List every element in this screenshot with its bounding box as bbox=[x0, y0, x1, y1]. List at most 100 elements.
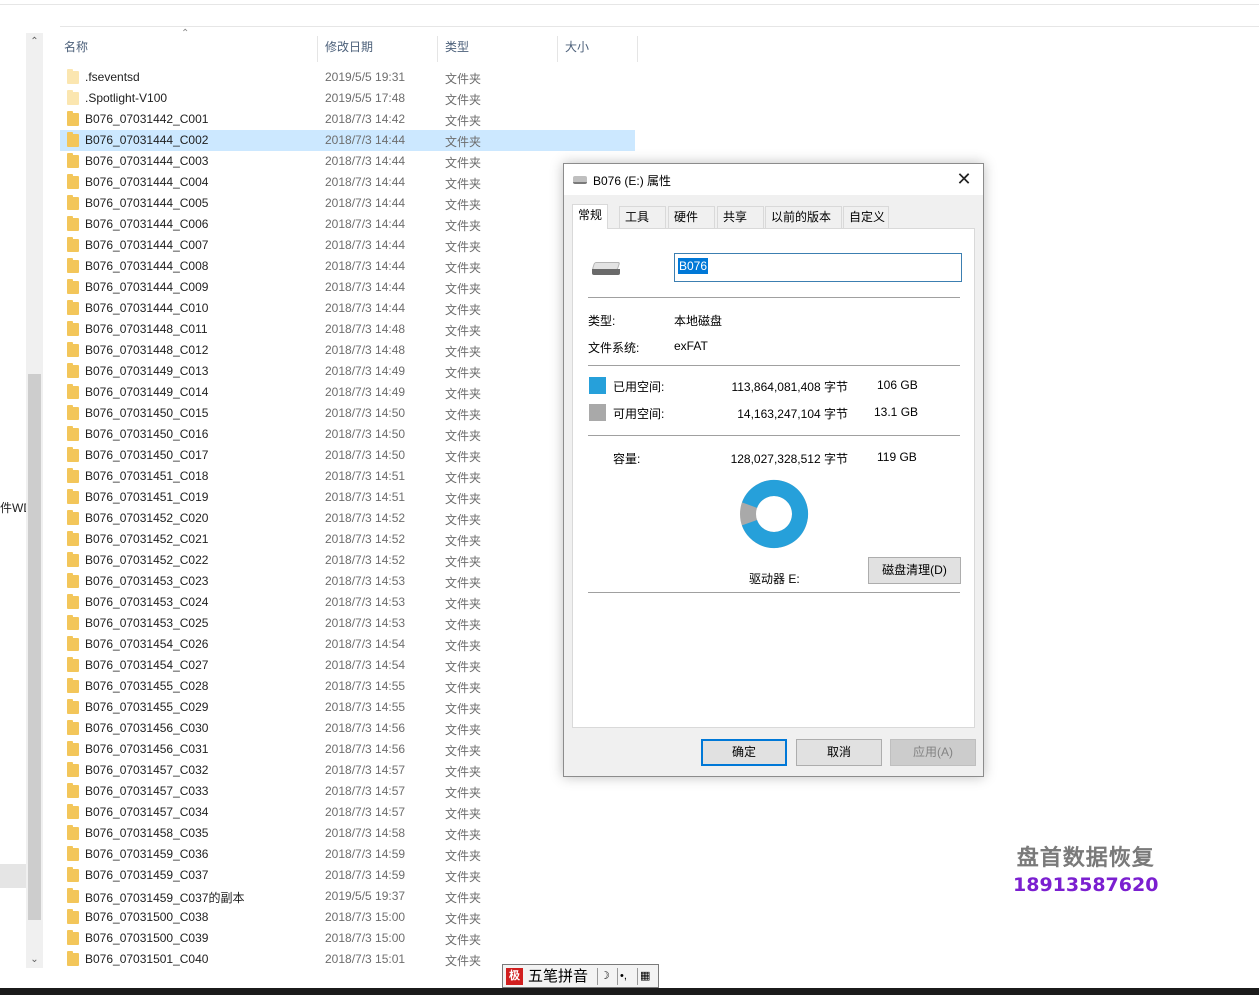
volume-name-input[interactable]: B076 bbox=[674, 253, 962, 282]
file-name: B076_07031454_C027 bbox=[85, 658, 209, 672]
file-date: 2018/7/3 14:53 bbox=[325, 595, 406, 609]
file-row[interactable]: B076_07031444_C002 2018/7/3 14:44 文件夹 bbox=[60, 130, 635, 151]
column-header-size[interactable]: 大小 bbox=[561, 36, 638, 62]
column-header-type[interactable]: 类型 bbox=[441, 36, 558, 62]
file-row[interactable]: B076_07031454_C026 2018/7/3 14:54 文件夹 bbox=[60, 634, 635, 655]
file-row[interactable]: B076_07031442_C001 2018/7/3 14:42 文件夹 bbox=[60, 109, 635, 130]
file-row[interactable]: B076_07031444_C009 2018/7/3 14:44 文件夹 bbox=[60, 277, 635, 298]
file-row[interactable]: B076_07031453_C024 2018/7/3 14:53 文件夹 bbox=[60, 592, 635, 613]
file-type: 文件夹 bbox=[445, 891, 482, 905]
dialog-title: B076 (E:) 属性 bbox=[593, 174, 672, 188]
ime-mode[interactable]: 五笔拼音 bbox=[528, 968, 588, 985]
file-type: 文件夹 bbox=[445, 135, 482, 149]
ok-button[interactable]: 确定 bbox=[701, 739, 787, 766]
file-date: 2018/7/3 14:44 bbox=[325, 175, 406, 189]
column-header-date[interactable]: 修改日期 bbox=[321, 36, 438, 62]
file-row[interactable]: .Spotlight-V100 2019/5/5 17:48 文件夹 bbox=[60, 88, 635, 109]
tab-previous-versions[interactable]: 以前的版本 bbox=[765, 206, 842, 228]
file-row[interactable]: B076_07031449_C014 2018/7/3 14:49 文件夹 bbox=[60, 382, 635, 403]
scroll-up-icon[interactable]: ⌃ bbox=[26, 33, 43, 50]
file-row[interactable]: B076_07031452_C022 2018/7/3 14:52 文件夹 bbox=[60, 550, 635, 571]
file-row[interactable]: B076_07031449_C013 2018/7/3 14:49 文件夹 bbox=[60, 361, 635, 382]
column-header-name[interactable]: 名称 bbox=[60, 36, 318, 62]
apply-button[interactable]: 应用(A) bbox=[890, 739, 976, 766]
file-row[interactable]: .fseventsd 2019/5/5 19:31 文件夹 bbox=[60, 67, 635, 88]
file-date: 2018/7/3 14:52 bbox=[325, 553, 406, 567]
file-row[interactable]: B076_07031453_C025 2018/7/3 14:53 文件夹 bbox=[60, 613, 635, 634]
file-name: B076_07031452_C022 bbox=[85, 553, 209, 567]
folder-icon bbox=[67, 342, 79, 357]
file-row[interactable]: B076_07031451_C018 2018/7/3 14:51 文件夹 bbox=[60, 466, 635, 487]
file-row[interactable]: B076_07031452_C021 2018/7/3 14:52 文件夹 bbox=[60, 529, 635, 550]
file-row[interactable]: B076_07031448_C011 2018/7/3 14:48 文件夹 bbox=[60, 319, 635, 340]
file-row[interactable]: B076_07031457_C034 2018/7/3 14:57 文件夹 bbox=[60, 802, 635, 823]
file-date: 2018/7/3 14:50 bbox=[325, 406, 406, 420]
ime-logo-icon[interactable]: 极 bbox=[506, 968, 523, 985]
file-row[interactable]: B076_07031456_C031 2018/7/3 14:56 文件夹 bbox=[60, 739, 635, 760]
folder-icon bbox=[67, 636, 79, 651]
keyboard-icon[interactable]: ▦ bbox=[637, 968, 650, 985]
scroll-down-icon[interactable]: ⌄ bbox=[26, 951, 43, 968]
folder-icon bbox=[67, 174, 79, 189]
file-row[interactable]: B076_07031451_C019 2018/7/3 14:51 文件夹 bbox=[60, 487, 635, 508]
file-row[interactable]: B076_07031500_C039 2018/7/3 15:00 文件夹 bbox=[60, 928, 635, 949]
file-row[interactable]: B076_07031457_C032 2018/7/3 14:57 文件夹 bbox=[60, 760, 635, 781]
nav-scrollbar[interactable]: ⌃ ⌄ bbox=[26, 33, 43, 968]
file-row[interactable]: B076_07031444_C008 2018/7/3 14:44 文件夹 bbox=[60, 256, 635, 277]
file-row[interactable]: B076_07031450_C015 2018/7/3 14:50 文件夹 bbox=[60, 403, 635, 424]
folder-icon bbox=[67, 216, 79, 231]
file-row[interactable]: B076_07031453_C023 2018/7/3 14:53 文件夹 bbox=[60, 571, 635, 592]
file-row[interactable]: B076_07031444_C007 2018/7/3 14:44 文件夹 bbox=[60, 235, 635, 256]
folder-icon bbox=[67, 846, 79, 861]
tab-tools[interactable]: 工具 bbox=[619, 206, 666, 228]
file-date: 2018/7/3 14:51 bbox=[325, 469, 406, 483]
file-row[interactable]: B076_07031459_C037 2018/7/3 14:59 文件夹 bbox=[60, 865, 635, 886]
file-row[interactable]: B076_07031450_C017 2018/7/3 14:50 文件夹 bbox=[60, 445, 635, 466]
file-row[interactable]: B076_07031459_C037的副本 2019/5/5 19:37 文件夹 bbox=[60, 886, 635, 907]
nav-selected-item[interactable] bbox=[0, 864, 26, 888]
disk-cleanup-button[interactable]: 磁盘清理(D) bbox=[868, 557, 961, 584]
file-row[interactable]: B076_07031444_C003 2018/7/3 14:44 文件夹 bbox=[60, 151, 635, 172]
moon-icon[interactable]: ☽ bbox=[597, 968, 610, 985]
tab-general[interactable]: 常规 bbox=[572, 204, 609, 229]
file-row[interactable]: B076_07031454_C027 2018/7/3 14:54 文件夹 bbox=[60, 655, 635, 676]
close-icon[interactable]: ✕ bbox=[953, 168, 975, 190]
file-type: 文件夹 bbox=[445, 429, 482, 443]
file-row[interactable]: B076_07031444_C004 2018/7/3 14:44 文件夹 bbox=[60, 172, 635, 193]
tab-sharing[interactable]: 共享 bbox=[717, 206, 764, 228]
folder-icon bbox=[67, 405, 79, 420]
file-row[interactable]: B076_07031444_C006 2018/7/3 14:44 文件夹 bbox=[60, 214, 635, 235]
volume-name-value[interactable]: B076 bbox=[678, 258, 709, 274]
file-type: 文件夹 bbox=[445, 387, 482, 401]
file-row[interactable]: B076_07031459_C036 2018/7/3 14:59 文件夹 bbox=[60, 844, 635, 865]
file-name: B076_07031453_C025 bbox=[85, 616, 209, 630]
tab-customize[interactable]: 自定义 bbox=[843, 206, 889, 228]
used-space-label: 已用空间: bbox=[613, 380, 665, 394]
ime-toolbar[interactable]: 极 五笔拼音 ☽ •, ▦ bbox=[502, 964, 659, 988]
file-date: 2018/7/3 14:56 bbox=[325, 742, 406, 756]
punctuation-icon[interactable]: •, bbox=[617, 968, 627, 985]
file-name: B076_07031459_C037的副本 bbox=[85, 891, 245, 905]
file-row[interactable]: B076_07031456_C030 2018/7/3 14:56 文件夹 bbox=[60, 718, 635, 739]
file-row[interactable]: B076_07031455_C029 2018/7/3 14:55 文件夹 bbox=[60, 697, 635, 718]
file-row[interactable]: B076_07031458_C035 2018/7/3 14:58 文件夹 bbox=[60, 823, 635, 844]
dialog-title-bar[interactable]: B076 (E:) 属性 ✕ bbox=[564, 164, 983, 195]
file-row[interactable]: B076_07031455_C028 2018/7/3 14:55 文件夹 bbox=[60, 676, 635, 697]
file-row[interactable]: B076_07031444_C010 2018/7/3 14:44 文件夹 bbox=[60, 298, 635, 319]
scroll-thumb[interactable] bbox=[28, 374, 41, 920]
file-row[interactable]: B076_07031444_C005 2018/7/3 14:44 文件夹 bbox=[60, 193, 635, 214]
cancel-button[interactable]: 取消 bbox=[796, 739, 882, 766]
folder-icon bbox=[67, 909, 79, 924]
file-row[interactable]: B076_07031500_C038 2018/7/3 15:00 文件夹 bbox=[60, 907, 635, 928]
file-row[interactable]: B076_07031457_C033 2018/7/3 14:57 文件夹 bbox=[60, 781, 635, 802]
file-row[interactable]: B076_07031448_C012 2018/7/3 14:48 文件夹 bbox=[60, 340, 635, 361]
file-name: B076_07031444_C008 bbox=[85, 259, 209, 273]
file-row[interactable]: B076_07031452_C020 2018/7/3 14:52 文件夹 bbox=[60, 508, 635, 529]
file-name: B076_07031501_C040 bbox=[85, 952, 209, 966]
tab-hardware[interactable]: 硬件 bbox=[668, 206, 715, 228]
file-name: B076_07031448_C012 bbox=[85, 343, 209, 357]
file-row[interactable]: B076_07031450_C016 2018/7/3 14:50 文件夹 bbox=[60, 424, 635, 445]
navigation-pane[interactable]: 件WD bbox=[0, 30, 32, 970]
folder-icon bbox=[67, 888, 79, 903]
folder-icon bbox=[67, 237, 79, 252]
